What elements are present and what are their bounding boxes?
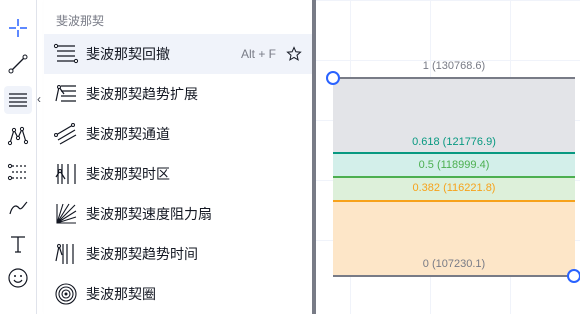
fib-level-1-line[interactable] [333, 77, 575, 79]
menu-item-label: 斐波那契时区 [86, 166, 170, 182]
pattern-icon[interactable] [4, 122, 32, 150]
fib-tools-icon[interactable] [4, 86, 32, 114]
collapse-panel-icon[interactable]: ‹ [34, 88, 44, 110]
fib-level-0-line[interactable] [333, 275, 575, 277]
crosshair-icon[interactable] [4, 14, 32, 42]
fib-level-05-label: 0.5 (118999.4) [418, 159, 490, 171]
menu-item-label: 斐波那契趋势扩展 [86, 86, 198, 102]
fib-level-0618-label: 0.618 (121776.9) [412, 136, 496, 148]
brush-icon[interactable] [4, 194, 32, 222]
menu-item-label: 斐波那契回撤 [86, 46, 170, 62]
fib-level-0382-line[interactable] [333, 200, 575, 202]
fib-trend-extension-icon [52, 80, 80, 108]
grid-line [316, 0, 580, 1]
fib-start-handle[interactable] [326, 71, 340, 85]
fib-trend-time-icon [52, 240, 80, 268]
fib-level-0-label: 0 (107230.1) [422, 258, 486, 270]
fib-level-05-line[interactable] [333, 176, 575, 178]
fib-level-1-label: 1 (130768.6) [422, 60, 486, 72]
trend-line-icon[interactable] [4, 50, 32, 78]
emoji-icon[interactable] [4, 264, 32, 292]
panel-header: 斐波那契 [56, 14, 105, 28]
menu-item-fib-retracement[interactable]: 斐波那契回撤 Alt + F [44, 34, 312, 74]
chart-canvas[interactable]: 1 (130768.6) 0.618 (121776.9) 0.5 (11899… [316, 0, 580, 314]
fib-speed-fan-icon [52, 200, 80, 228]
menu-item-fib-speed-fan[interactable]: 斐波那契速度阻力扇 [44, 194, 312, 234]
drawing-toolbar [0, 0, 37, 314]
menu-item-fib-time-zone[interactable]: 斐波那契时区 [44, 154, 312, 194]
fib-circles-icon [52, 280, 80, 308]
fib-end-handle[interactable] [567, 269, 580, 283]
fib-channel-icon [52, 120, 80, 148]
menu-item-label: 斐波那契趋势时间 [86, 246, 198, 262]
shortcut-label: Alt + F [240, 47, 276, 61]
menu-item-fib-channel[interactable]: 斐波那契通道 [44, 114, 312, 154]
text-icon[interactable] [4, 230, 32, 258]
menu-item-fib-trend-extension[interactable]: 斐波那契趋势扩展 [44, 74, 312, 114]
menu-item-label: 斐波那契通道 [86, 126, 170, 142]
menu-item-fib-circles[interactable]: 斐波那契圈 [44, 274, 312, 314]
menu-item-fib-trend-time[interactable]: 斐波那契趋势时间 [44, 234, 312, 274]
star-outline-icon[interactable] [286, 46, 302, 62]
fib-level-0618-line[interactable] [333, 152, 575, 154]
fib-level-0382-label: 0.382 (116221.8) [412, 182, 496, 194]
forecast-icon[interactable] [4, 158, 32, 186]
fib-time-zone-icon [52, 160, 80, 188]
menu-item-label: 斐波那契圈 [86, 286, 156, 302]
fib-retracement-icon [52, 40, 80, 68]
fib-tools-panel: 斐波那契 斐波那契回撤 Alt + F 斐波那契趋势扩展 斐波那契通道 斐波那契… [44, 0, 312, 314]
menu-item-label: 斐波那契速度阻力扇 [86, 206, 212, 222]
